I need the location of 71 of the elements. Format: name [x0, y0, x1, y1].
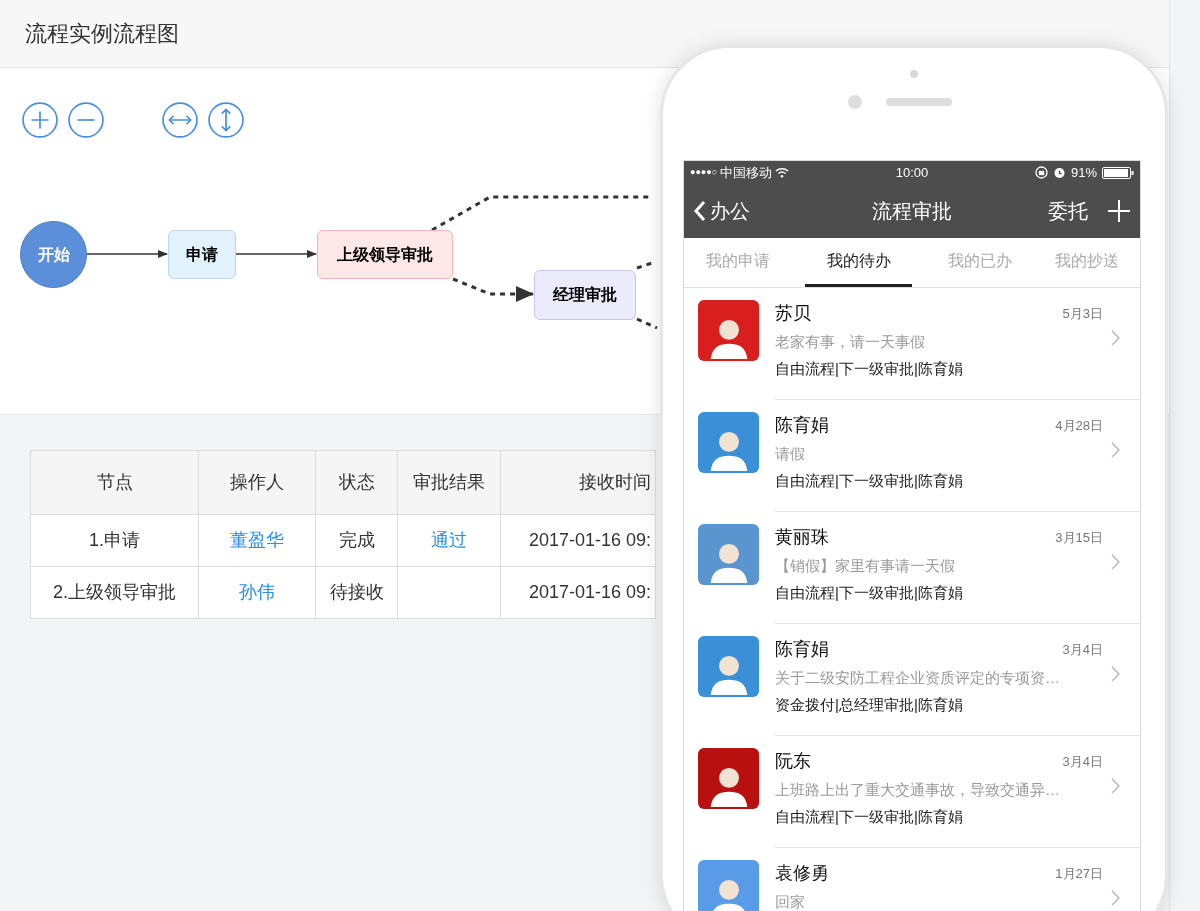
delegate-button[interactable]: 委托 [1048, 196, 1088, 226]
table-link[interactable]: 孙伟 [239, 582, 275, 602]
back-chevron-icon [694, 200, 706, 222]
item-summary: 老家有事，请一天事假 [775, 332, 926, 352]
battery-percent: 91% [1070, 163, 1097, 182]
process-node: 经理审批 [534, 270, 636, 320]
tab[interactable]: 我的申请 [684, 238, 791, 287]
zoom-in-icon-button[interactable] [22, 102, 58, 138]
carrier-name: 中国移动 [720, 163, 773, 182]
sender-name: 黄丽珠 [775, 526, 829, 549]
nav-title: 流程审批 [871, 199, 953, 224]
process-node: 上级领导审批 [317, 230, 453, 279]
table-cell: 2.上级领导审批 [53, 582, 176, 602]
vertical-arrows-icon-button[interactable] [208, 102, 244, 138]
item-date: 1月27日 [1055, 864, 1103, 883]
item-summary: 关于二级安防工程企业资质评定的专项资… [775, 668, 1061, 688]
table-cell: 完成 [338, 530, 375, 550]
rotation-lock-icon [1034, 166, 1048, 179]
item-flow: 自由流程|下一级审批|陈育娟 [775, 582, 964, 603]
item-summary: 上班路上出了重大交通事故，导致交通异… [775, 780, 1061, 800]
table-cell: 2017-01-16 09: [528, 582, 651, 602]
chevron-right-icon [1111, 890, 1120, 906]
column-header: 接收时间 [500, 450, 656, 515]
column-header: 审批结果 [397, 450, 501, 515]
sender-name: 袁修勇 [775, 862, 829, 885]
item-date: 3月4日 [1062, 640, 1103, 659]
tab[interactable]: 我的待办 [805, 238, 912, 287]
table-link[interactable]: 董盈华 [230, 530, 284, 550]
horizontal-arrows-icon-button[interactable] [162, 102, 198, 138]
start-node: 开始 [20, 221, 87, 288]
column-header: 状态 [315, 450, 398, 515]
sender-name: 陈育娟 [775, 638, 829, 661]
item-flow: 资金拨付|总经理审批|陈育娟 [775, 694, 964, 715]
tab[interactable]: 我的抄送 [1033, 238, 1140, 287]
sender-name: 陈育娟 [775, 414, 829, 437]
speaker-slot [886, 98, 952, 106]
chevron-right-icon [1111, 778, 1120, 794]
status-time: 10:00 [894, 163, 930, 182]
column-header: 节点 [30, 450, 199, 515]
chevron-right-icon [1111, 666, 1120, 682]
table-cell: 待接收 [329, 582, 384, 602]
alarm-clock-icon [1052, 166, 1066, 179]
plus-icon[interactable] [1108, 200, 1130, 222]
table-cell: 2017-01-16 09: [528, 530, 651, 550]
item-date: 3月4日 [1062, 752, 1103, 771]
chevron-right-icon [1111, 330, 1120, 346]
tab[interactable]: 我的已办 [926, 238, 1033, 287]
dashed-connector [636, 317, 658, 330]
item-flow: 自由流程|下一级审批|陈育娟 [775, 358, 964, 379]
item-date: 3月15日 [1055, 528, 1103, 547]
item-summary: 【销假】家里有事请一天假 [775, 556, 956, 576]
table-cell: 1.申请 [89, 530, 140, 550]
wifi-icon [775, 167, 790, 178]
item-date: 4月28日 [1055, 416, 1103, 435]
chevron-right-icon [1111, 554, 1120, 570]
page-title: 流程实例流程图 [25, 20, 179, 48]
item-date: 5月3日 [1062, 304, 1103, 323]
item-flow: 自由流程|下一级审批|陈育娟 [775, 806, 964, 827]
battery-icon [1102, 166, 1134, 179]
sender-name: 苏贝 [775, 302, 811, 325]
item-summary: 请假 [775, 444, 806, 464]
sender-name: 阮东 [775, 750, 811, 773]
table-link[interactable]: 通过 [431, 530, 467, 550]
item-flow: 自由流程|下一级审批|陈育娟 [775, 470, 964, 491]
chevron-right-icon [1111, 442, 1120, 458]
zoom-out-icon-button[interactable] [68, 102, 104, 138]
signal-dots: ●●●●○ [690, 165, 718, 179]
back-button[interactable]: 办公 [694, 196, 824, 226]
item-summary: 回家 [775, 892, 806, 911]
column-header: 操作人 [198, 450, 316, 515]
process-node: 申请 [168, 230, 236, 279]
